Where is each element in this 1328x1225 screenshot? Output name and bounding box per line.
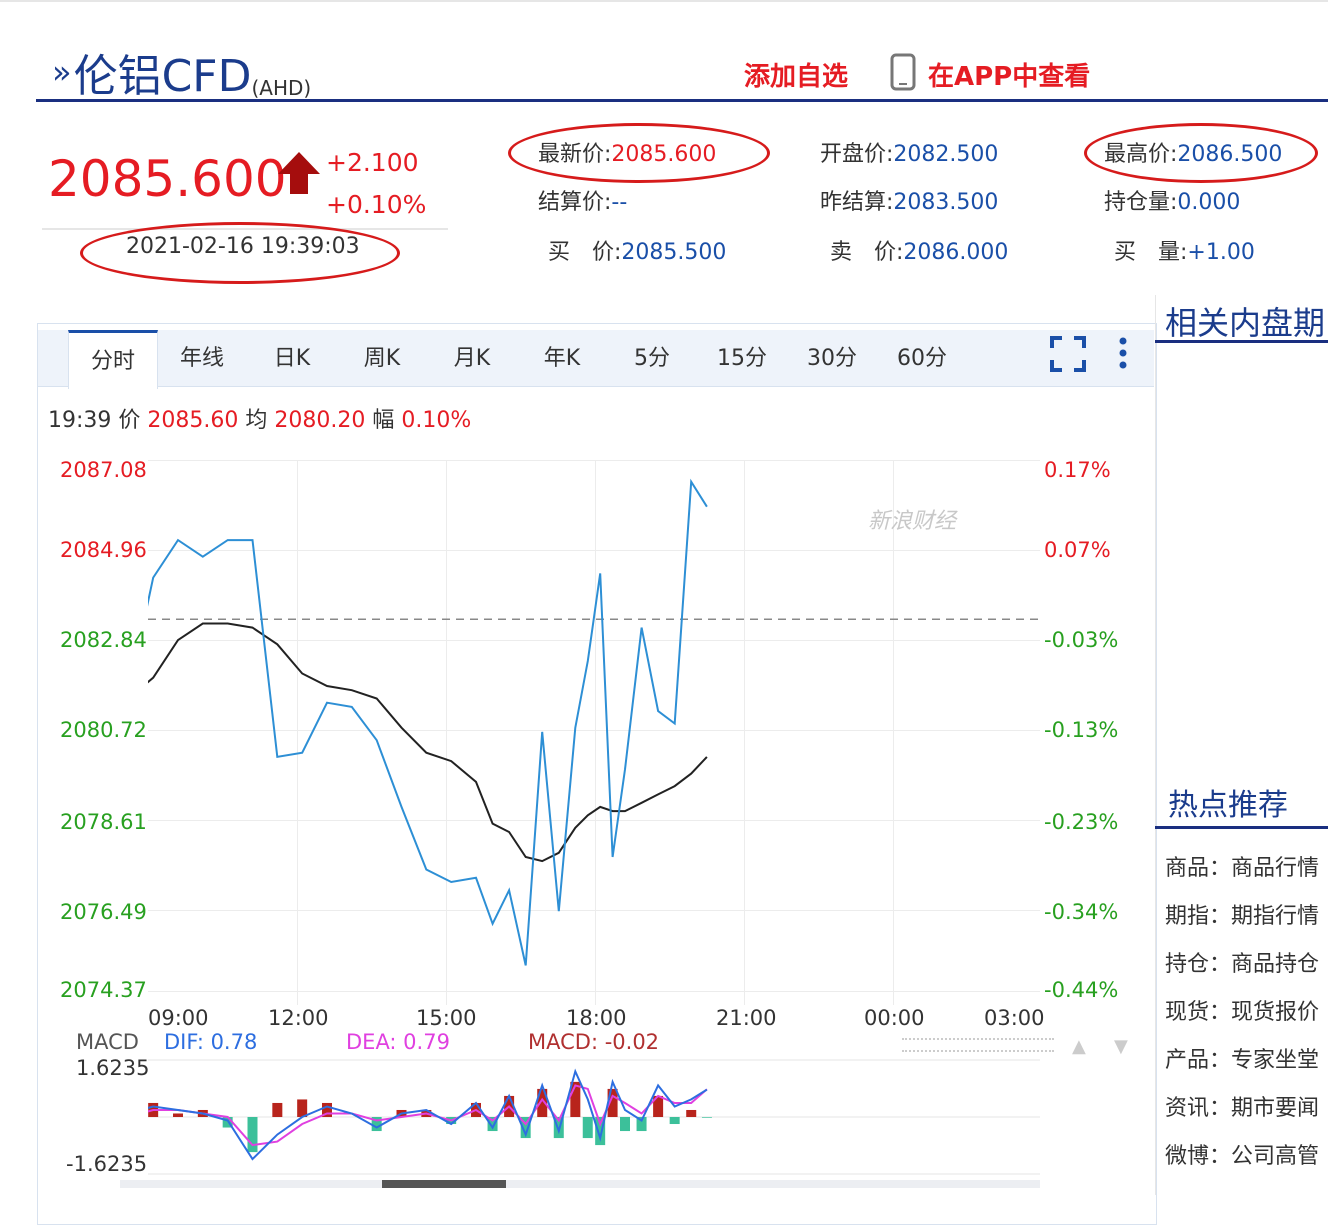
open-interest-field: 持仓量:0.000: [1104, 190, 1241, 215]
price-divider: [42, 228, 448, 230]
change-percent: +0.10%: [326, 190, 427, 219]
prev-settle-field: 昨结算:2083.500: [820, 190, 999, 215]
page-title: »伦铝CFD(AHD): [52, 40, 311, 104]
y-tick-right: 0.07%: [1044, 538, 1111, 562]
y-tick-left: 2074.37: [60, 978, 147, 1002]
hot-item-positions[interactable]: 持仓：商品持仓: [1165, 946, 1319, 978]
macd-bar: [686, 1109, 697, 1117]
sina-watermark: 新浪财经: [868, 508, 958, 533]
price-chart: 新浪财经: [148, 460, 1040, 1005]
arrow-down-small-icon[interactable]: ▼: [1114, 1036, 1128, 1057]
change-value: +2.100: [326, 148, 419, 177]
macd-value: MACD: -0.02: [528, 1030, 660, 1054]
y-tick-right: -0.03%: [1044, 628, 1119, 652]
ask-price-field: 卖 价:2086.000: [830, 240, 1009, 265]
macd-dea: DEA: 0.79: [346, 1030, 450, 1054]
header-actions: 添加自选 在APP中查看: [686, 50, 1328, 98]
high-price-field: 最高价:2086.500: [1104, 142, 1283, 167]
add-watchlist-button[interactable]: 添加自选: [744, 56, 848, 93]
view-in-app-button[interactable]: 在APP中查看: [928, 56, 1090, 93]
series-price-line: [148, 478, 708, 966]
bid-price-field: 买 价:2085.500: [548, 240, 727, 265]
x-tick: 12:00: [268, 1006, 329, 1030]
hot-item-products[interactable]: 产品：专家坐堂: [1165, 1042, 1319, 1074]
macd-histogram: [148, 1081, 712, 1153]
macd-top-value: 1.6235: [76, 1056, 150, 1080]
settle-price-field: 结算价:--: [538, 190, 628, 215]
top-border: [0, 0, 1328, 2]
x-tick: 09:00: [148, 1006, 209, 1030]
macd-bar: [582, 1117, 593, 1139]
phone-icon: [890, 53, 916, 95]
x-tick: 03:00: [984, 1006, 1045, 1030]
x-tick: 00:00: [864, 1006, 925, 1030]
y-tick-left: 2084.96: [60, 538, 147, 562]
scroll-handle[interactable]: [902, 1038, 1054, 1052]
hot-recommend-title: 热点推荐: [1168, 788, 1288, 823]
y-tick-right: 0.17%: [1044, 458, 1111, 482]
chart-info-line: 19:39 价 2085.60 均 2080.20 幅 0.10%: [48, 408, 472, 433]
y-tick-right: -0.23%: [1044, 810, 1119, 834]
latest-price-field: 最新价:2085.600: [538, 142, 717, 167]
tab-yearly-k[interactable]: 年K: [522, 330, 602, 386]
macd-label: MACD: [76, 1030, 139, 1054]
hot-item-spot[interactable]: 现货：现货报价: [1165, 994, 1319, 1026]
quote-datetime: 2021-02-16 19:39:03: [126, 234, 360, 259]
y-tick-right: -0.13%: [1044, 718, 1119, 742]
hot-recommend-underline: [1155, 826, 1328, 829]
related-title-underline: [1155, 340, 1328, 343]
chevron-double-right-icon: »: [52, 53, 72, 91]
arrow-up-small-icon[interactable]: ▲: [1072, 1036, 1086, 1057]
open-price-field: 开盘价:2082.500: [820, 142, 999, 167]
tab-monthly-k[interactable]: 月K: [432, 330, 512, 386]
macd-bar: [669, 1117, 680, 1125]
y-tick-left: 2076.49: [60, 900, 147, 924]
fullscreen-icon[interactable]: [1050, 336, 1086, 376]
current-price: 2085.600: [48, 150, 287, 208]
macd-bar: [701, 1117, 712, 1118]
tab-intraday[interactable]: 分时: [68, 330, 158, 389]
tab-daily-k[interactable]: 日K: [252, 330, 332, 386]
hot-item-index-futures[interactable]: 期指：期指行情: [1165, 898, 1319, 930]
tab-30min[interactable]: 30分: [792, 330, 872, 386]
tab-weekly-k[interactable]: 周K: [342, 330, 422, 386]
hot-item-news[interactable]: 资讯：期市要闻: [1165, 1090, 1319, 1122]
tab-5min[interactable]: 5分: [612, 330, 692, 386]
x-tick: 21:00: [716, 1006, 777, 1030]
series-average-line: [148, 622, 708, 863]
macd-chart: [148, 1059, 1040, 1175]
macd-bar: [247, 1117, 258, 1153]
instrument-code: (AHD): [251, 76, 312, 100]
chart-scrollbar-thumb[interactable]: [382, 1180, 506, 1188]
macd-bar: [620, 1117, 630, 1132]
tab-60min[interactable]: 60分: [882, 330, 962, 386]
hot-item-commodity[interactable]: 商品：商品行情: [1165, 850, 1319, 882]
y-tick-left: 2078.61: [60, 810, 147, 834]
price-change: +2.100 +0.10%: [326, 142, 426, 226]
y-tick-right: -0.34%: [1044, 900, 1119, 924]
arrow-up-icon: [276, 150, 322, 200]
x-tick: 18:00: [566, 1006, 627, 1030]
header-divider: [36, 99, 1328, 102]
bid-volume-field: 买 量:+1.00: [1114, 240, 1255, 265]
more-menu-icon[interactable]: [1116, 336, 1130, 376]
macd-bar: [272, 1102, 283, 1117]
x-tick: 15:00: [416, 1006, 477, 1030]
tab-15min[interactable]: 15分: [702, 330, 782, 386]
macd-bar: [297, 1099, 308, 1117]
y-tick-left: 2082.84: [60, 628, 147, 652]
chart-grid: [148, 460, 1040, 1005]
instrument-name: 伦铝CFD: [73, 51, 252, 102]
y-tick-left: 2087.08: [60, 458, 147, 482]
tab-year-line[interactable]: 年线: [162, 330, 242, 386]
y-tick-right: -0.44%: [1044, 978, 1119, 1002]
macd-bottom-value: -1.6235: [66, 1152, 148, 1176]
hot-item-weibo[interactable]: 微博：公司高管: [1165, 1138, 1319, 1170]
macd-dif: DIF: 0.78: [164, 1030, 258, 1054]
y-tick-left: 2080.72: [60, 718, 147, 742]
chart-scrollbar[interactable]: [120, 1180, 1040, 1188]
macd-bar: [173, 1113, 183, 1117]
related-futures-title: 相关内盘期: [1165, 304, 1326, 342]
